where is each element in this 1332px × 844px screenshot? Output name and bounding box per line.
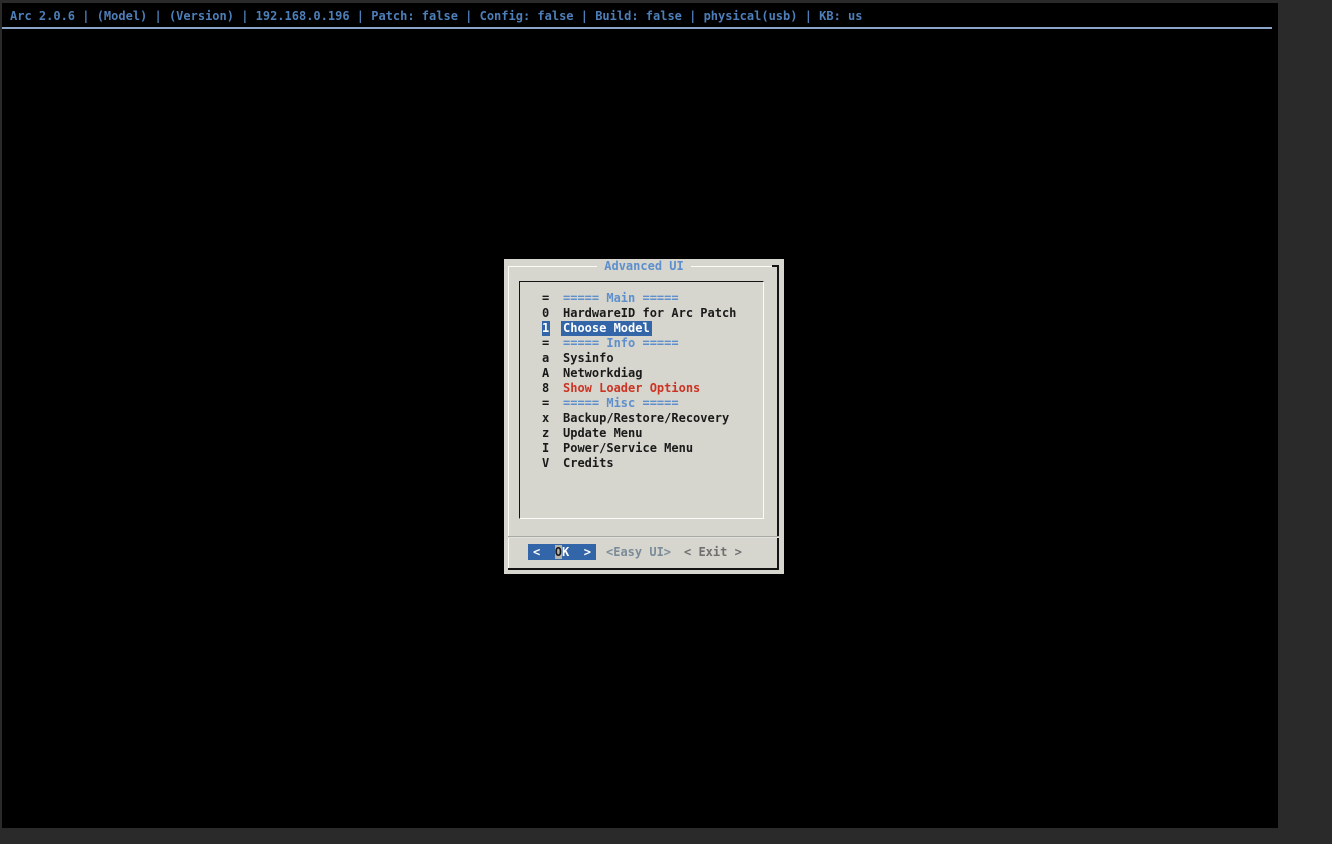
- ok-button-cursor: O: [554, 545, 562, 559]
- menu-item-label: ===== Info =====: [563, 336, 679, 350]
- dialog-border-bottom: [508, 568, 779, 570]
- menu-item-key: =: [542, 291, 550, 305]
- menu-item-6[interactable]: 8 Show Loader Options: [520, 381, 763, 396]
- dialog-border-left: [508, 266, 509, 570]
- menu-item-label: Power/Service Menu: [563, 441, 694, 455]
- menu-item-key: V: [542, 456, 550, 470]
- menu-item-label: Credits: [563, 456, 614, 470]
- menu-item-key: =: [542, 336, 550, 350]
- menu-item-7[interactable]: = ===== Misc =====: [520, 396, 763, 411]
- menu-item-label: Choose Model: [561, 321, 652, 336]
- exit-button[interactable]: < Exit >: [684, 544, 742, 560]
- menu-item-label: Update Menu: [563, 426, 643, 440]
- menu-item-key: I: [542, 441, 550, 455]
- menu-item-key: 0: [542, 306, 550, 320]
- menu-item-label: Networkdiag: [563, 366, 643, 380]
- menu-list: = ===== Main ===== 0 HardwareID for Arc Pat…: [519, 281, 764, 519]
- dialog-title: Advanced UI: [504, 259, 784, 274]
- ok-button-open-angle: <: [533, 545, 541, 559]
- menu-item-label: HardwareID for Arc Patch: [563, 306, 737, 320]
- menu-item-2[interactable]: 1 Choose Model: [520, 321, 763, 336]
- menu-item-9[interactable]: z Update Menu: [520, 426, 763, 441]
- menu-item-key: a: [542, 351, 550, 365]
- console-screen: Arc 2.0.6 | (Model) | (Version) | 192.16…: [2, 3, 1278, 828]
- advanced-ui-dialog: Advanced UI = ===== Main ===== 0 HardwareID…: [504, 259, 784, 574]
- menu-item-8[interactable]: x Backup/Restore/Recovery: [520, 411, 763, 426]
- menu-item-0[interactable]: = ===== Main =====: [520, 291, 763, 306]
- menu-item-key: z: [542, 426, 550, 440]
- menu-item-3[interactable]: = ===== Info =====: [520, 336, 763, 351]
- menu-item-label: Sysinfo: [563, 351, 614, 365]
- dialog-border-right: [777, 266, 779, 570]
- menu-item-10[interactable]: I Power/Service Menu: [520, 441, 763, 456]
- ok-button-label: OK: [554, 545, 570, 559]
- menu-item-5[interactable]: A Networkdiag: [520, 366, 763, 381]
- menu-item-key: A: [542, 366, 550, 380]
- menu-item-key: x: [542, 411, 550, 425]
- menu-item-key: =: [542, 396, 550, 410]
- menu-item-4[interactable]: a Sysinfo: [520, 351, 763, 366]
- menu-item-11[interactable]: V Credits: [520, 456, 763, 471]
- easy-ui-button[interactable]: <Easy UI>: [606, 544, 671, 560]
- status-bar-divider: [2, 27, 1272, 29]
- menu-item-key: 8: [542, 381, 550, 395]
- ok-button[interactable]: < OK >: [528, 544, 596, 560]
- button-row-divider: [508, 536, 779, 538]
- menu-item-key: 1: [542, 321, 550, 336]
- status-bar: Arc 2.0.6 | (Model) | (Version) | 192.16…: [10, 9, 863, 23]
- menu-item-label: Show Loader Options: [563, 381, 701, 395]
- menu-item-label: Backup/Restore/Recovery: [563, 411, 730, 425]
- ok-button-close-angle: >: [583, 545, 591, 559]
- menu-item-label: ===== Misc =====: [563, 396, 679, 410]
- menu-item-label: ===== Main =====: [563, 291, 679, 305]
- menu-item-1[interactable]: 0 HardwareID for Arc Patch: [520, 306, 763, 321]
